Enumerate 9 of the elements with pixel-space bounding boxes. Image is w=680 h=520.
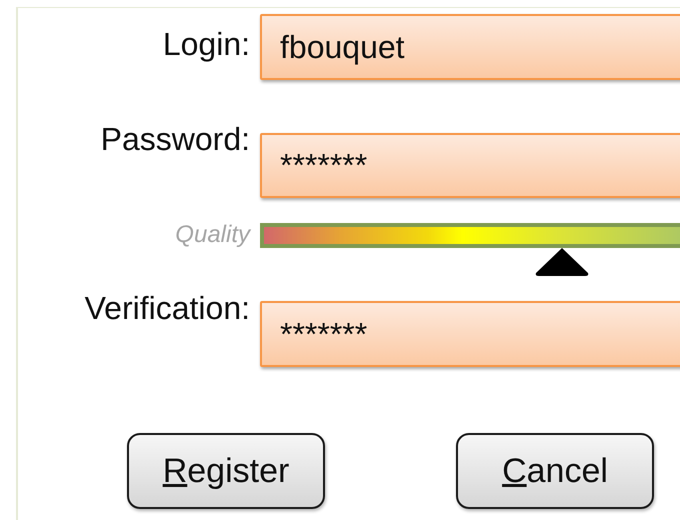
password-label: Password: — [100, 120, 250, 158]
password-field[interactable]: ******* — [260, 133, 680, 198]
quality-label: Quality — [175, 221, 250, 249]
verification-field[interactable]: ******* — [260, 301, 680, 367]
login-label: Login: — [162, 26, 250, 62]
cancel-button[interactable]: Cancel — [456, 433, 654, 509]
register-button[interactable]: Register — [127, 433, 325, 509]
verification-label: Verification: — [84, 290, 250, 326]
login-field[interactable]: fbouquet — [260, 14, 680, 80]
